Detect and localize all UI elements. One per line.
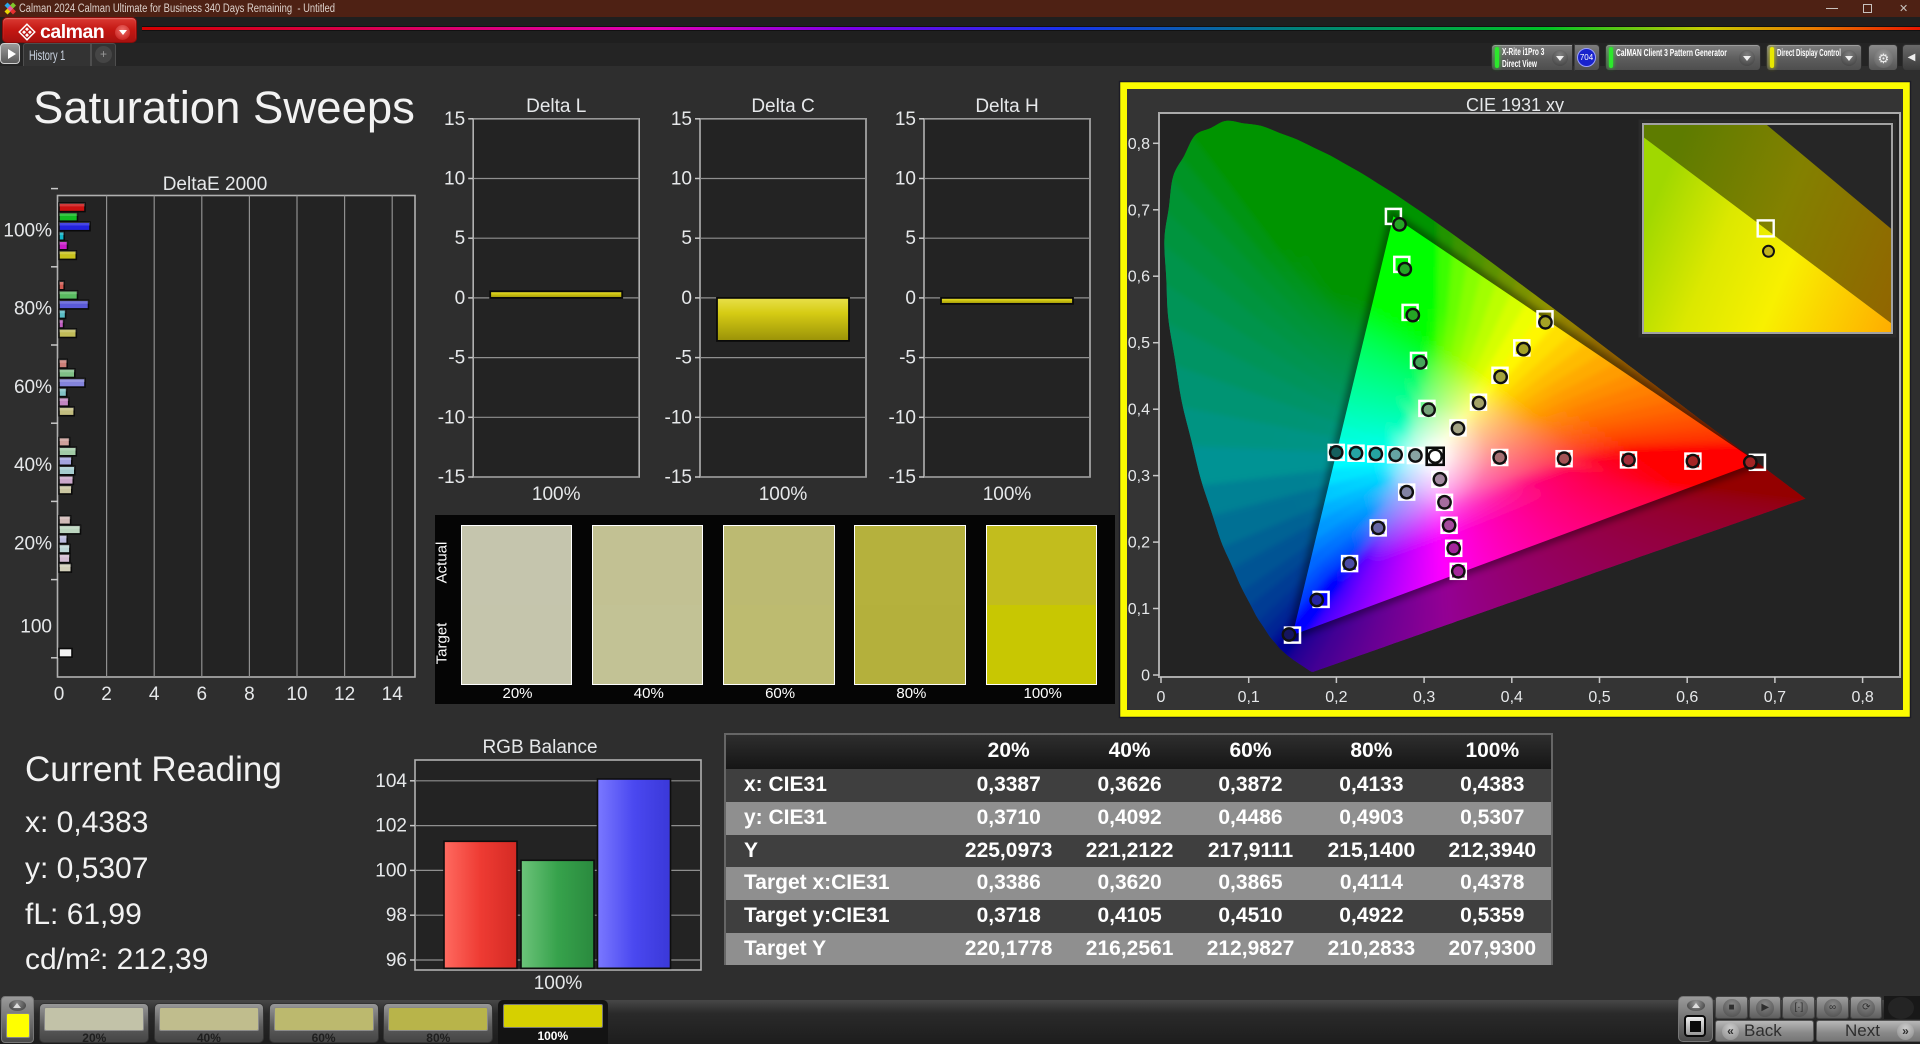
svg-text:0,3: 0,3 <box>1128 468 1150 485</box>
svg-text:0,5: 0,5 <box>1588 689 1610 706</box>
svg-text:0,8: 0,8 <box>1128 136 1150 153</box>
svg-text:0,6: 0,6 <box>1676 689 1698 706</box>
svg-text:0,4: 0,4 <box>1128 402 1150 419</box>
svg-text:0,2: 0,2 <box>1325 689 1347 706</box>
svg-text:0,7: 0,7 <box>1128 202 1150 219</box>
svg-text:0,1: 0,1 <box>1128 601 1150 618</box>
svg-text:0,2: 0,2 <box>1128 535 1150 552</box>
svg-text:0,8: 0,8 <box>1851 689 1873 706</box>
svg-text:0: 0 <box>1157 689 1166 706</box>
svg-text:0,7: 0,7 <box>1764 689 1786 706</box>
svg-text:0,5: 0,5 <box>1128 335 1150 352</box>
svg-text:0,3: 0,3 <box>1413 689 1435 706</box>
svg-text:0,1: 0,1 <box>1238 689 1260 706</box>
svg-text:0: 0 <box>1141 668 1150 685</box>
svg-text:0,6: 0,6 <box>1128 269 1150 286</box>
svg-text:0,4: 0,4 <box>1501 689 1523 706</box>
